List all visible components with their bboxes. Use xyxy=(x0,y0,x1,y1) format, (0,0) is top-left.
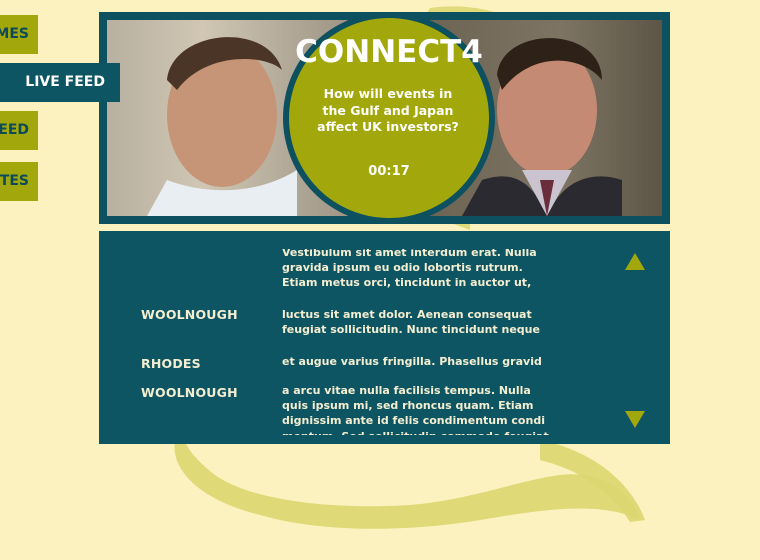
video-timer: 00:17 xyxy=(368,164,410,179)
transcript-text: luctus sit amet dolor. Aenean consequat … xyxy=(282,308,540,337)
connect4-title: CONNECT4 xyxy=(295,34,483,70)
nav-tab-games[interactable]: MES xyxy=(0,15,38,54)
scroll-up-arrow-icon[interactable] xyxy=(625,253,645,270)
nav-tab-notes[interactable]: TES xyxy=(0,162,38,201)
nav-tab-label: MES xyxy=(0,26,29,42)
nav-tab-label: EED xyxy=(0,122,29,138)
nav-tab-label: TES xyxy=(0,173,29,189)
transcript-speaker: RHODES xyxy=(141,356,201,371)
connect4-question: How will events in the Gulf and Japan af… xyxy=(317,86,459,134)
transcript-scroll-area[interactable]: Vestibulum sit amet interdum erat. Nulla… xyxy=(99,249,670,435)
nav-tab-feed[interactable]: EED xyxy=(0,111,38,150)
transcript-text: et augue varius fringilla. Phasellus gra… xyxy=(282,355,542,368)
nav-tab-live-feed[interactable]: LIVE FEED xyxy=(0,63,120,102)
transcript-text: a arcu vitae nulla facilisis tempus. Nul… xyxy=(282,384,553,435)
transcript-text: Vestibulum sit amet interdum erat. Nulla… xyxy=(282,249,537,290)
transcript-speaker: WOOLNOUGH xyxy=(141,385,238,400)
nav-tab-label: LIVE FEED xyxy=(25,74,105,90)
transcript-speaker: WOOLNOUGH xyxy=(141,307,238,322)
transcript-panel[interactable]: Vestibulum sit amet interdum erat. Nulla… xyxy=(99,231,670,444)
scroll-down-arrow-icon[interactable] xyxy=(625,411,645,428)
